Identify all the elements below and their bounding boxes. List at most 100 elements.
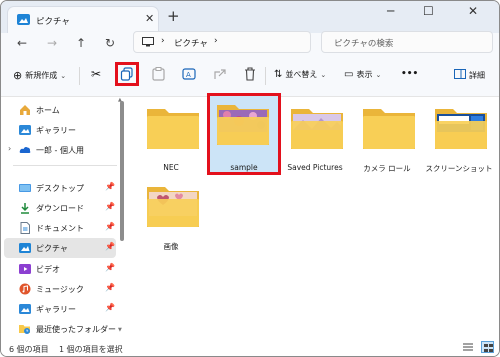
desktop-icon	[19, 184, 31, 192]
item-count: 6 個の項目	[9, 345, 49, 354]
folder-icon	[363, 109, 415, 149]
pin-icon[interactable]: 📌	[105, 283, 115, 292]
sort-label: 並べ替え	[285, 70, 318, 79]
title-bar: ピクチャ ✕ + ─ ☐ ✕	[1, 1, 499, 33]
sidebar-item-pictures[interactable]: ピクチャ 📌	[4, 238, 116, 258]
document-icon	[20, 222, 30, 234]
divider	[265, 67, 266, 85]
share-icon[interactable]	[213, 67, 227, 83]
expand-chevron-icon[interactable]: ›	[8, 144, 11, 153]
pictures-folder-icon	[17, 14, 30, 27]
rename-icon[interactable]: A	[182, 67, 196, 83]
gallery-icon	[19, 125, 31, 135]
file-view: NEC sample Saved Pictures カメラ ロール スクリーンシ…	[129, 93, 499, 339]
back-icon[interactable]: ←	[17, 36, 27, 50]
gallery-icon	[19, 304, 31, 314]
delete-icon[interactable]	[244, 67, 256, 83]
breadcrumb-expand-icon[interactable]: ›	[214, 36, 218, 46]
folder-label: スクリーンショット	[425, 164, 493, 173]
chevron-down-icon: ⌄	[375, 70, 382, 79]
sidebar-item-downloads[interactable]: ダウンロード 📌	[1, 198, 119, 218]
folder-images[interactable]: 画像	[137, 179, 205, 259]
more-options-icon[interactable]: •••	[401, 69, 418, 79]
onedrive-icon	[19, 147, 31, 153]
pin-icon[interactable]: 📌	[105, 202, 115, 211]
breadcrumb-pictures[interactable]: ピクチャ	[174, 37, 208, 49]
details-pane-icon	[454, 69, 466, 81]
folder-saved-pictures[interactable]: Saved Pictures	[281, 101, 349, 181]
chevron-down-icon: ⌄	[320, 70, 327, 79]
folder-icon	[147, 109, 199, 149]
sidebar-item-documents[interactable]: ドキュメント 📌	[1, 218, 119, 238]
video-icon	[19, 264, 31, 274]
folder-label: NEC	[163, 163, 179, 172]
close-tab-icon[interactable]: ✕	[145, 12, 154, 25]
recent-folder-icon	[19, 325, 30, 334]
folder-screenshots[interactable]: スクリーンショット	[425, 101, 493, 181]
sidebar-scrollbar[interactable]	[120, 101, 124, 241]
home-icon	[20, 105, 30, 115]
sidebar-item-desktop[interactable]: デスクトップ 📌	[1, 178, 119, 198]
view-icon: ▭	[344, 69, 354, 80]
details-view-icon[interactable]	[463, 342, 473, 354]
sidebar-item-gallery-2[interactable]: ギャラリー 📌	[1, 299, 119, 319]
new-tab-button[interactable]: +	[167, 7, 180, 25]
up-icon[interactable]: ↑	[76, 36, 86, 50]
large-icons-view-icon[interactable]	[481, 341, 494, 353]
tab-pictures[interactable]: ピクチャ ✕	[7, 6, 159, 33]
folder-icon	[435, 109, 487, 149]
pc-icon	[142, 37, 154, 47]
refresh-icon[interactable]: ↻	[105, 36, 115, 50]
sidebar-item-gallery[interactable]: ギャラリー	[1, 120, 119, 140]
address-bar[interactable]: › ピクチャ ›	[133, 31, 311, 53]
sort-icon: ⇅	[274, 69, 283, 80]
folder-icon	[147, 187, 199, 227]
maximize-icon[interactable]: ☐	[423, 4, 434, 18]
selected-folder-highlight	[207, 93, 281, 175]
folder-nec[interactable]: NEC	[137, 101, 205, 181]
svg-text:A: A	[186, 71, 191, 79]
forward-icon[interactable]: →	[47, 36, 57, 50]
close-window-icon[interactable]: ✕	[468, 4, 478, 18]
folder-label: 画像	[163, 242, 179, 251]
download-icon	[21, 203, 29, 214]
breadcrumb-chevron-icon: ›	[161, 36, 165, 46]
search-input[interactable]: ピクチャの検索	[334, 37, 393, 49]
view-button[interactable]: ▭ 表示 ⌄	[344, 69, 381, 80]
details-label: 詳細	[469, 70, 485, 80]
scroll-down-icon[interactable]: ▼	[118, 327, 122, 333]
selection-count: 1 個の項目を選択	[59, 345, 123, 354]
paste-icon[interactable]	[152, 67, 165, 83]
pictures-icon	[19, 243, 31, 253]
view-label: 表示	[356, 70, 373, 79]
new-label: 新規作成	[25, 71, 58, 80]
sidebar-item-onedrive[interactable]: › 一郎 - 個人用	[1, 140, 119, 160]
cut-icon[interactable]: ✂	[91, 67, 101, 81]
pin-icon[interactable]: 📌	[105, 182, 115, 191]
music-icon	[19, 283, 31, 295]
sort-button[interactable]: ⇅ 並べ替え ⌄	[274, 69, 326, 80]
details-button[interactable]: 詳細	[454, 69, 485, 81]
chevron-down-icon: ⌄	[60, 71, 67, 80]
sidebar-divider	[13, 165, 117, 166]
sidebar-item-home[interactable]: ホーム	[1, 100, 119, 120]
minimize-icon[interactable]: ─	[387, 4, 394, 18]
sidebar-item-music[interactable]: ミュージック 📌	[1, 279, 119, 299]
sidebar-item-videos[interactable]: ビデオ 📌	[1, 259, 119, 279]
pin-icon[interactable]: 📌	[105, 263, 115, 272]
divider	[79, 67, 80, 85]
explorer-window: ピクチャ ✕ + ─ ☐ ✕ ← → ↑ ↻ › ピクチャ › ピクチャの検索 …	[0, 0, 500, 357]
folder-label: カメラ ロール	[363, 164, 411, 173]
folder-label: Saved Pictures	[287, 163, 343, 172]
tab-title: ピクチャ	[36, 17, 70, 27]
folder-camera-roll[interactable]: カメラ ロール	[353, 101, 421, 181]
pin-icon[interactable]: 📌	[105, 242, 115, 251]
plus-icon: ⊕	[13, 69, 23, 82]
status-bar: 6 個の項目 1 個の項目を選択	[1, 339, 499, 356]
pin-icon[interactable]: 📌	[105, 303, 115, 312]
sidebar-item-recent-folders[interactable]: 最近使ったフォルダー	[1, 319, 119, 339]
new-button[interactable]: ⊕ 新規作成 ⌄	[13, 69, 66, 82]
pin-icon[interactable]: 📌	[105, 222, 115, 231]
copy-icon[interactable]	[120, 67, 134, 83]
search-box[interactable]: ピクチャの検索	[321, 31, 493, 53]
